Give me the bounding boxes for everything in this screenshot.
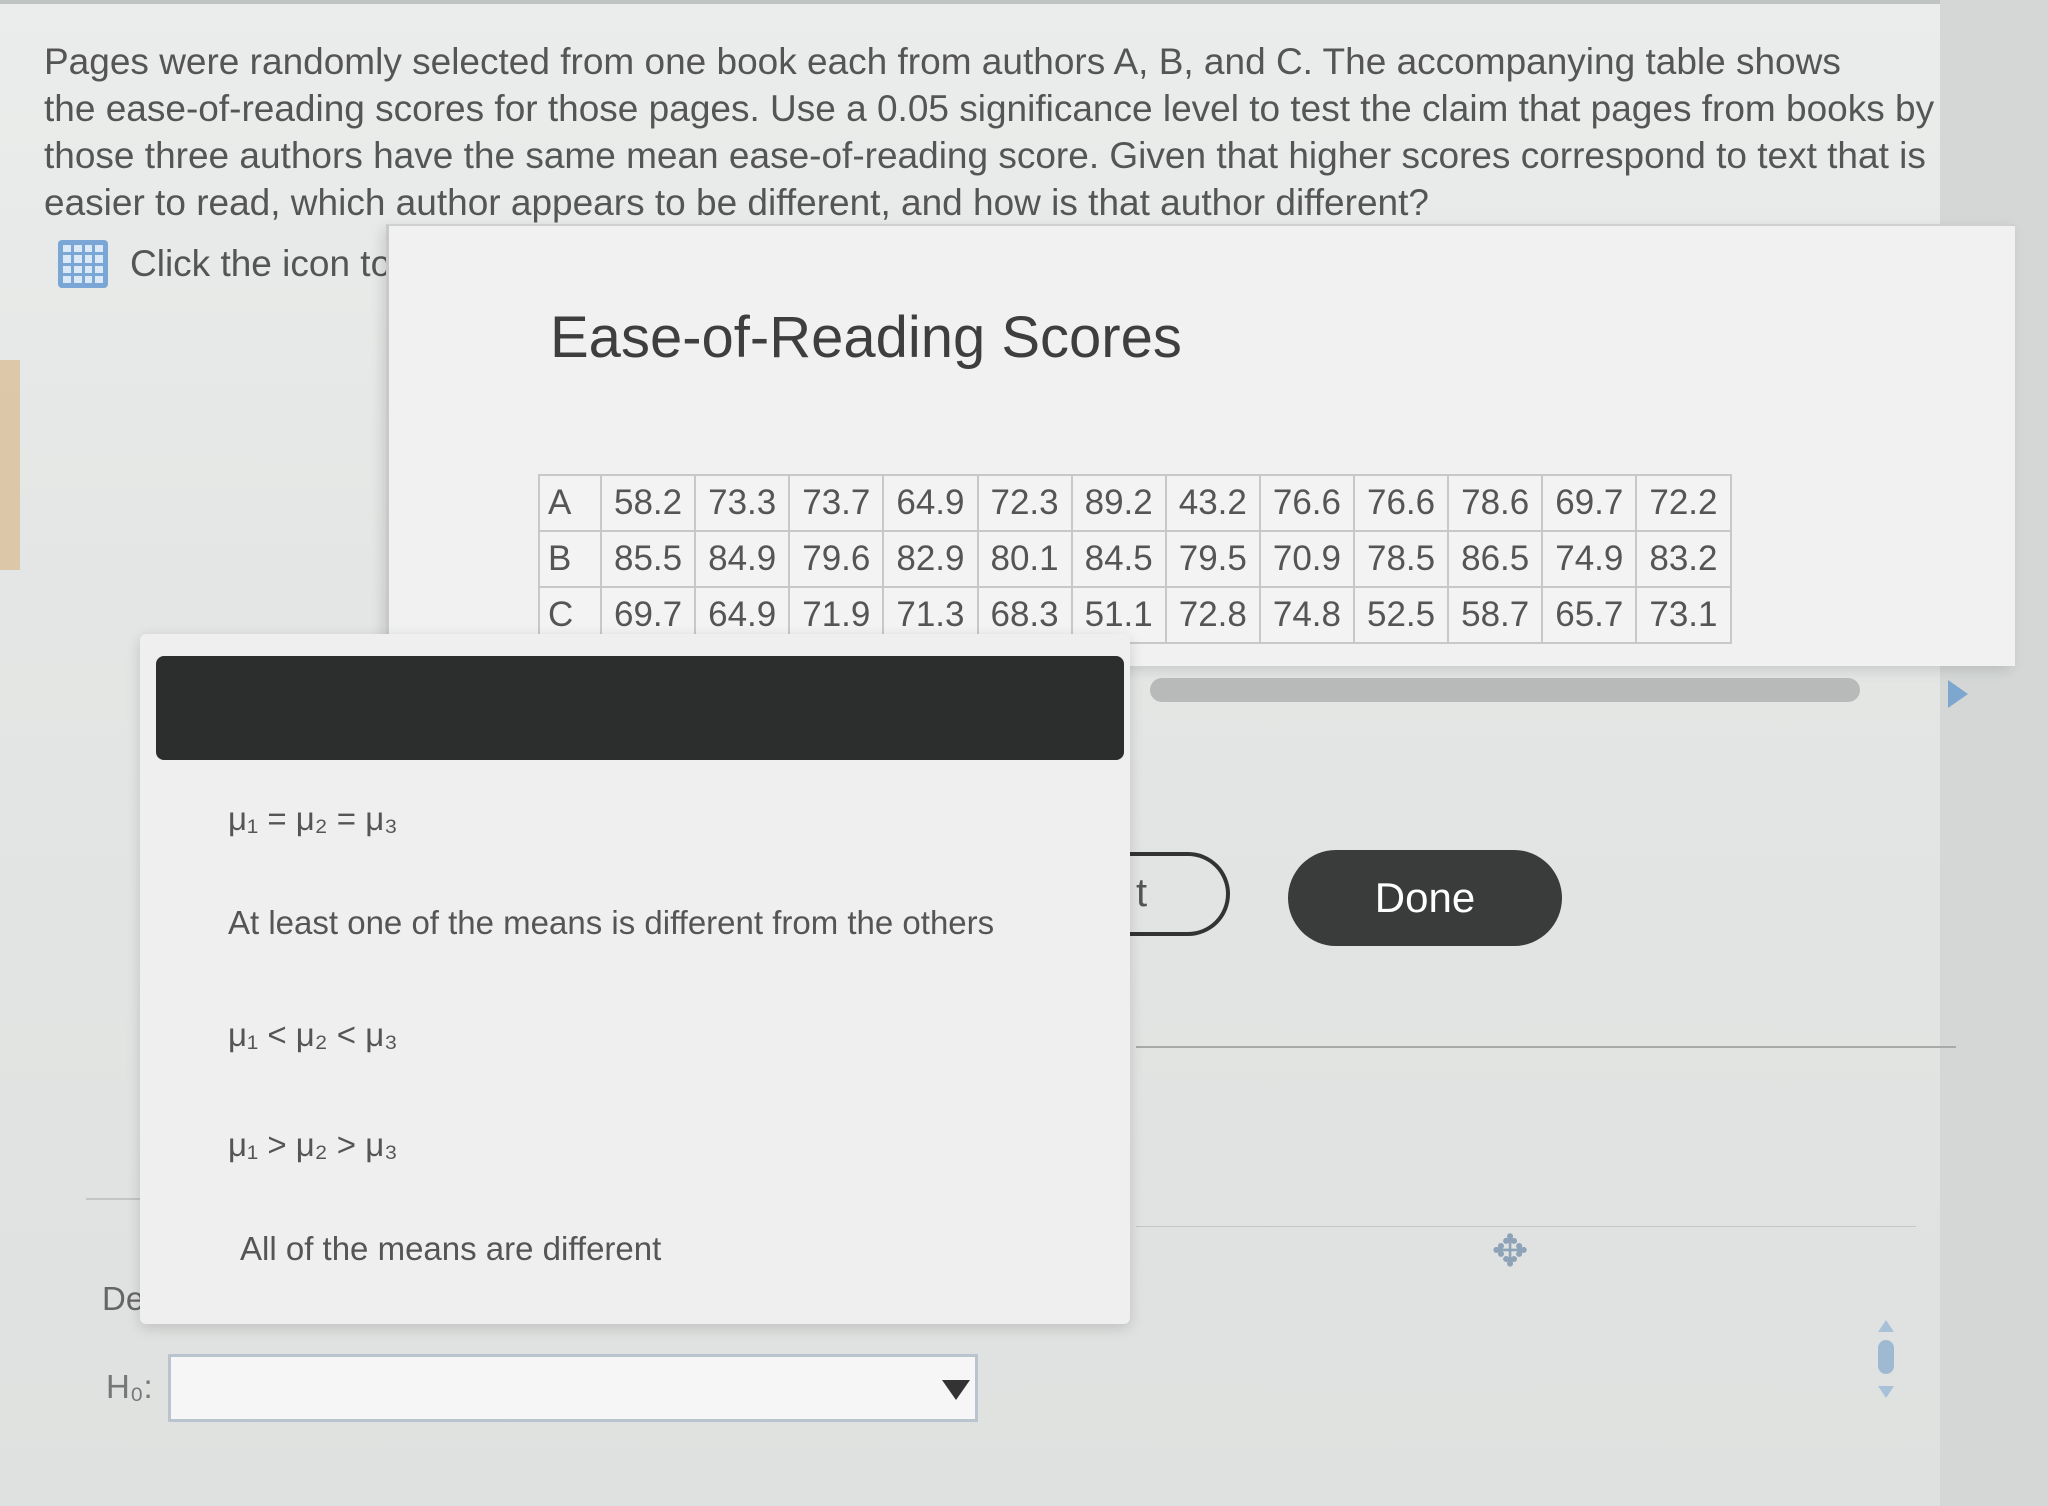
table-cell: 74.8 — [1258, 586, 1356, 644]
row-label: B — [538, 530, 602, 588]
table-cell: 73.3 — [694, 474, 791, 532]
dropdown-option[interactable]: μ₁ = μ₂ = μ₃ — [228, 800, 398, 838]
left-edge-bar — [0, 360, 20, 570]
table-cell: 80.1 — [976, 530, 1073, 588]
question-line: those three authors have the same mean e… — [44, 135, 1926, 176]
table-cell: 76.6 — [1258, 474, 1356, 532]
table-cell: 86.5 — [1447, 530, 1544, 588]
data-table-link[interactable]: Click the icon to — [58, 240, 391, 288]
table-cell: 64.9 — [882, 474, 979, 532]
table-cell: 83.2 — [1635, 530, 1732, 588]
question-line: Pages were randomly selected from one bo… — [44, 41, 1841, 82]
scores-table: A 58.2 73.3 73.7 64.9 72.3 89.2 43.2 76.6 76.6 78.… — [538, 474, 1732, 644]
table-cell: 82.9 — [882, 530, 979, 588]
table-cell: 73.1 — [1635, 586, 1732, 644]
table-cell: 58.7 — [1447, 586, 1544, 644]
h0-label: H₀: — [106, 1368, 153, 1405]
table-cell: 65.7 — [1541, 586, 1638, 644]
table-cell: 58.2 — [599, 474, 697, 532]
table-cell: 79.6 — [788, 530, 885, 588]
table-cell: 72.3 — [976, 474, 1073, 532]
dropdown-option[interactable]: μ₁ < μ₂ < μ₃ — [228, 1016, 398, 1054]
table-cell: 72.8 — [1164, 586, 1261, 644]
table-cell: 76.6 — [1352, 474, 1450, 532]
table-cell: 73.7 — [788, 474, 885, 532]
vertical-scroll-icon[interactable] — [1876, 1320, 1896, 1416]
row-label: A — [538, 474, 602, 532]
table-cell: 74.9 — [1541, 530, 1638, 588]
question-line: the ease-of-reading scores for those pag… — [44, 88, 1935, 129]
chevron-down-icon[interactable] — [942, 1380, 970, 1400]
dropdown-option[interactable]: μ₁ > μ₂ > μ₃ — [228, 1126, 398, 1164]
table-cell: 78.6 — [1447, 474, 1544, 532]
popup-title: Ease-of-Reading Scores — [550, 305, 1182, 370]
table-cell: 85.5 — [599, 530, 697, 588]
horizontal-scrollbar[interactable] — [1150, 678, 1860, 702]
table-row: A 58.2 73.3 73.7 64.9 72.3 89.2 43.2 76.6 76.6 78.… — [538, 474, 1732, 532]
data-link-label[interactable]: Click the icon to — [130, 243, 391, 285]
table-cell: 79.5 — [1164, 530, 1261, 588]
table-cell: 69.7 — [1541, 474, 1638, 532]
top-rule — [0, 0, 2048, 4]
dropdown-header — [156, 656, 1124, 760]
table-cell: 78.5 — [1352, 530, 1450, 588]
table-row: B 85.5 84.9 79.6 82.9 80.1 84.5 79.5 70.9 78.5 86.… — [538, 530, 1732, 588]
divider — [1136, 1046, 1956, 1048]
question-line: easier to read, which author appears to … — [44, 182, 1429, 223]
done-button[interactable]: Done — [1288, 850, 1562, 946]
dropdown-option[interactable]: At least one of the means is different f… — [228, 904, 994, 942]
table-cell: 72.2 — [1635, 474, 1732, 532]
table-cell: 43.2 — [1164, 474, 1261, 532]
move-icon[interactable]: ✥ — [1484, 1226, 1536, 1278]
table-cell: 89.2 — [1070, 474, 1167, 532]
question-text: Pages were randomly selected from one bo… — [44, 38, 1944, 226]
h0-select[interactable] — [168, 1354, 978, 1422]
table-cell: 84.5 — [1070, 530, 1167, 588]
table-cell: 52.5 — [1352, 586, 1450, 644]
dropdown-option[interactable]: All of the means are different — [240, 1230, 661, 1268]
table-cell: 70.9 — [1258, 530, 1356, 588]
scroll-right-icon[interactable] — [1948, 680, 1968, 708]
table-cell: 84.9 — [694, 530, 791, 588]
grid-icon[interactable] — [58, 240, 108, 288]
